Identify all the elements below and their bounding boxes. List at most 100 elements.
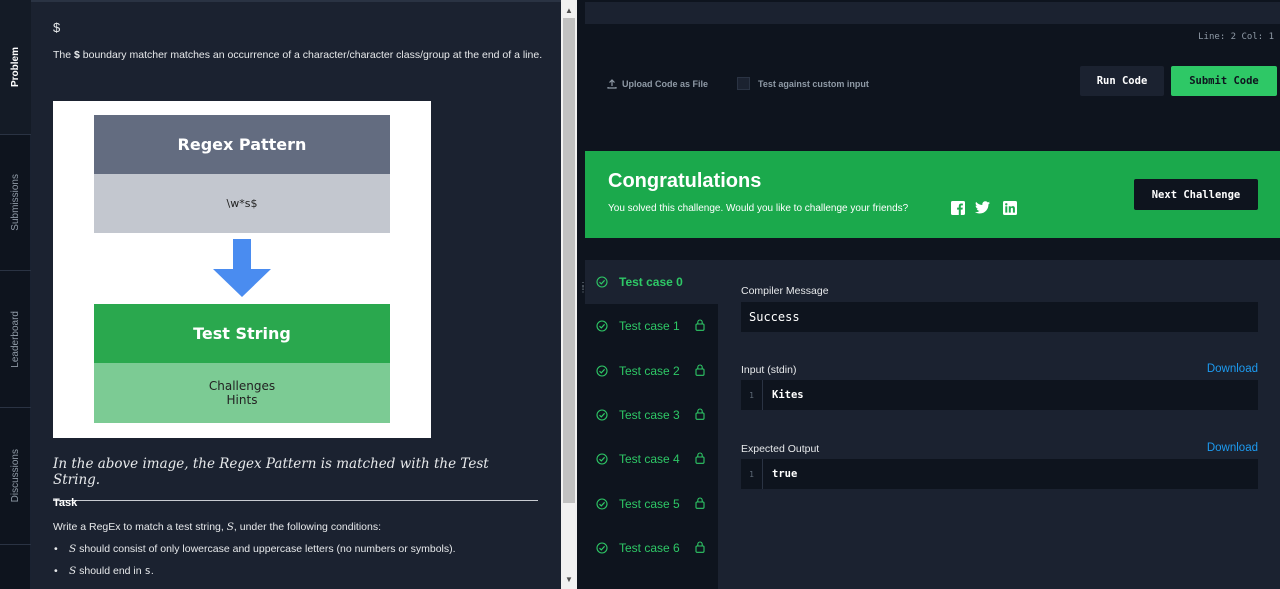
tab-submissions[interactable]: Submissions bbox=[0, 135, 31, 271]
compiler-message-box: Success bbox=[741, 302, 1258, 332]
line-number: 1 bbox=[741, 459, 763, 489]
input-value: Kites bbox=[772, 389, 804, 401]
results-panel: Test case 0 Test case 1 Test case 2 Test ca… bbox=[585, 260, 1280, 589]
code-editor-area[interactable] bbox=[585, 2, 1280, 24]
desc-post: boundary matcher matches an occurrence o… bbox=[79, 49, 543, 61]
upload-code-label: Upload Code as File bbox=[622, 79, 709, 89]
congrats-title: Congratulations bbox=[608, 170, 762, 192]
tab-discussions[interactable]: Discussions bbox=[0, 408, 31, 545]
test-case-label: Test case 3 bbox=[619, 407, 680, 422]
task-text-pre: Write a RegEx to match a test string, bbox=[53, 521, 227, 533]
diagram-pattern-title: Regex Pattern bbox=[94, 115, 390, 174]
diagram-caption: In the above image, the Regex Pattern is… bbox=[53, 456, 538, 501]
upload-code-link[interactable]: Upload Code as File bbox=[607, 79, 708, 89]
task-text: Write a RegEx to match a test string, S,… bbox=[53, 521, 381, 533]
diagram-string-values: Challenges Hints bbox=[94, 363, 390, 423]
regex-diagram: Regex Pattern \w*s$ Test String Challeng… bbox=[53, 101, 431, 438]
cursor-position: Line: 2 Col: 1 bbox=[1198, 32, 1274, 42]
lock-icon bbox=[695, 496, 705, 509]
test-case-item[interactable]: Test case 4 bbox=[585, 437, 718, 481]
input-label: Input (stdin) bbox=[741, 364, 797, 376]
line-number: 1 bbox=[741, 380, 763, 410]
custom-input-label[interactable]: Test against custom input bbox=[758, 79, 869, 89]
lock-icon bbox=[695, 408, 705, 420]
test-case-label: Test case 2 bbox=[619, 363, 680, 378]
test-case-item[interactable]: Test case 3 bbox=[585, 393, 718, 437]
condition-item: S should consist of only lowercase and u… bbox=[53, 541, 456, 563]
side-tab-bar: Problem Submissions Leaderboard Discussi… bbox=[0, 0, 31, 589]
input-box: 1 Kites bbox=[741, 380, 1258, 410]
congrats-banner: Congratulations You solved this challeng… bbox=[585, 151, 1280, 238]
check-circle-icon bbox=[596, 542, 610, 554]
action-bar: Upload Code as File Test against custom … bbox=[585, 51, 1280, 113]
submit-code-button[interactable]: Submit Code bbox=[1171, 66, 1277, 96]
task-text-post: , under the following conditions: bbox=[233, 521, 382, 533]
condition-text: should end in bbox=[76, 565, 145, 577]
expected-output-label: Expected Output bbox=[741, 443, 820, 455]
tab-leaderboard[interactable]: Leaderboard bbox=[0, 271, 31, 408]
test-case-item[interactable]: Test case 6 bbox=[585, 526, 718, 570]
input-download-link[interactable]: Download bbox=[1207, 363, 1258, 375]
test-case-label: Test case 6 bbox=[619, 540, 680, 555]
test-case-list: Test case 0 Test case 1 Test case 2 Test ca… bbox=[585, 260, 718, 589]
facebook-icon[interactable] bbox=[950, 200, 965, 215]
lock-icon bbox=[695, 541, 705, 553]
down-arrow-icon bbox=[213, 239, 271, 297]
twitter-icon[interactable] bbox=[975, 200, 990, 215]
problem-heading: $ bbox=[53, 20, 61, 35]
congrats-text: You solved this challenge. Would you lik… bbox=[608, 203, 909, 214]
condition-text: should consist of only lowercase and upp… bbox=[76, 543, 456, 555]
pane-splitter[interactable]: ⋮ ⋮ bbox=[577, 0, 587, 589]
diagram-string-line2: Hints bbox=[226, 393, 258, 407]
grip-icon[interactable]: ⋮ ⋮ bbox=[579, 282, 587, 304]
next-challenge-button[interactable]: Next Challenge bbox=[1134, 179, 1258, 210]
test-case-label: Test case 1 bbox=[619, 319, 680, 334]
test-case-item[interactable]: Test case 2 bbox=[585, 349, 718, 393]
test-case-label: Test case 0 bbox=[619, 275, 683, 289]
check-circle-icon bbox=[596, 497, 610, 510]
diagram-string-line1: Challenges bbox=[208, 379, 276, 393]
check-circle-icon bbox=[596, 276, 610, 288]
tab-leaderboard-label: Leaderboard bbox=[10, 310, 21, 368]
compiler-message-label: Compiler Message bbox=[741, 285, 829, 297]
scroll-down-icon[interactable]: ▼ bbox=[561, 571, 577, 587]
tab-submissions-label: Submissions bbox=[10, 174, 21, 231]
problem-pane: $ The $ boundary matcher matches an occu… bbox=[31, 0, 561, 589]
test-case-item[interactable]: Test case 0 bbox=[585, 260, 718, 304]
test-case-item[interactable]: Test case 5 bbox=[585, 482, 718, 526]
editor-statusline: Line: 2 Col: 1 bbox=[585, 24, 1280, 51]
expected-output-value: true bbox=[772, 468, 798, 480]
conditions-list: S should consist of only lowercase and u… bbox=[53, 541, 456, 585]
scroll-thumb[interactable] bbox=[563, 18, 575, 503]
lock-icon bbox=[695, 319, 705, 332]
editor-pane: Line: 2 Col: 1 Upload Code as File Test … bbox=[585, 0, 1280, 589]
test-case-item[interactable]: Test case 1 bbox=[585, 304, 718, 348]
desc-pre: The bbox=[53, 49, 75, 61]
app-root: Problem Submissions Leaderboard Discussi… bbox=[0, 0, 1280, 589]
test-case-label: Test case 5 bbox=[619, 496, 680, 511]
run-code-button[interactable]: Run Code bbox=[1080, 66, 1164, 96]
lock-icon bbox=[695, 364, 705, 376]
diagram-string-title: Test String bbox=[94, 304, 390, 363]
check-circle-icon bbox=[596, 365, 610, 377]
tab-problem-label: Problem bbox=[10, 46, 21, 87]
linkedin-icon[interactable] bbox=[1002, 200, 1017, 215]
expected-download-link[interactable]: Download bbox=[1207, 442, 1258, 454]
scroll-up-icon[interactable]: ▲ bbox=[561, 2, 577, 18]
check-circle-icon bbox=[596, 453, 610, 465]
upload-icon bbox=[607, 79, 617, 89]
problem-description: The $ boundary matcher matches an occurr… bbox=[53, 44, 543, 66]
task-heading: Task bbox=[53, 497, 78, 509]
custom-input-checkbox[interactable] bbox=[737, 77, 750, 90]
tab-discussions-label: Discussions bbox=[10, 449, 21, 503]
check-circle-icon bbox=[596, 320, 610, 332]
lock-icon bbox=[695, 452, 705, 465]
diagram-pattern-value: \w*s$ bbox=[94, 174, 390, 233]
tab-problem[interactable]: Problem bbox=[0, 0, 31, 135]
task-text-var: S bbox=[226, 521, 234, 533]
condition-item: S should end in s. bbox=[53, 563, 456, 585]
condition-end: . bbox=[150, 565, 154, 577]
expected-output-box: 1 true bbox=[741, 459, 1258, 489]
problem-scrollbar[interactable]: ▲ ▼ bbox=[561, 0, 577, 589]
test-case-label: Test case 4 bbox=[619, 452, 680, 467]
